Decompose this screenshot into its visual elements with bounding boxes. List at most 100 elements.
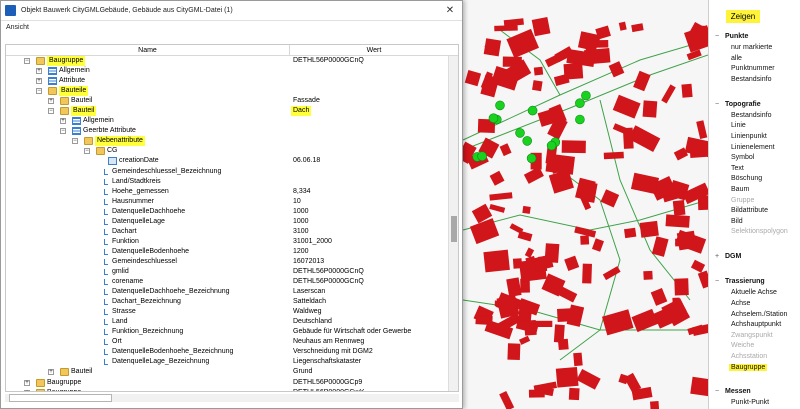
attribute-icon [104, 339, 108, 346]
section-topografie[interactable]: Topografie [715, 101, 761, 108]
tree-row[interactable]: − Baugruppe DETHL56P0000GCnQ [6, 56, 449, 66]
expand-icon[interactable]: + [24, 389, 30, 391]
section-trassierung[interactable]: Trassierung [715, 278, 765, 285]
expand-icon[interactable]: + [60, 118, 66, 125]
tree-row[interactable]: creationDate 06.06.18 [6, 156, 449, 166]
panel-item[interactable]: Linienpunkt [731, 133, 767, 140]
dialog-titlebar[interactable]: Objekt Bauwerk CityGMLGebäude, Gebäude a… [1, 1, 462, 21]
tree-row[interactable]: gmlid DETHL56P0000GCnQ [6, 267, 449, 277]
tree-row-name: Hausnummer [112, 197, 155, 205]
tree-row-name: Baugruppe [47, 56, 86, 66]
attribute-tree[interactable]: Name Wert − Baugruppe DETHL56P0000GCnQ + All… [5, 44, 459, 392]
panel-item[interactable]: alle [731, 55, 742, 62]
tree-row[interactable]: DatenquelleLage 1000 [6, 217, 449, 227]
tree-row-name: Attribute [59, 77, 86, 85]
collapse-icon[interactable]: − [84, 148, 90, 155]
collapse-icon[interactable]: − [72, 138, 78, 145]
scrollbar-thumb[interactable] [451, 216, 457, 242]
tree-row[interactable]: + Allgemein [6, 116, 449, 126]
panel-item[interactable]: Achse [731, 300, 750, 307]
tree-row[interactable]: Gemeindeschluessel_Bezeichnung [6, 167, 449, 177]
attribute-icon [104, 319, 108, 326]
panel-item[interactable]: Achshauptpunkt [731, 321, 781, 328]
panel-item[interactable]: Bild [731, 218, 743, 225]
tree-row[interactable]: + Bauteil Fassade [6, 96, 449, 106]
tree-row[interactable]: Dachart_Bezeichnung Satteldach [6, 297, 449, 307]
panel-item[interactable]: Punkt-Punkt [731, 399, 769, 406]
panel-item[interactable]: Weiche [731, 342, 754, 349]
collapse-icon[interactable]: − [60, 128, 66, 135]
tree-row[interactable]: Hausnummer 10 [6, 197, 449, 207]
panel-item[interactable]: Gruppe [731, 197, 754, 204]
expand-icon[interactable]: + [48, 98, 54, 105]
column-header-value[interactable]: Wert [290, 45, 458, 55]
panel-item[interactable]: Linienelement [731, 144, 775, 151]
tree-row[interactable]: Ort Neuhaus am Rennweg [6, 337, 449, 347]
panel-item[interactable]: Achsstation [731, 353, 767, 360]
tree-row[interactable]: DatenquelleBodenhoehe_Bezeichnung Verschn… [6, 347, 449, 357]
vertical-scrollbar[interactable] [448, 56, 458, 391]
column-header-name[interactable]: Name [6, 45, 290, 55]
panel-item[interactable]: Baum [731, 186, 749, 193]
collapse-icon[interactable]: − [48, 108, 54, 115]
panel-item[interactable]: Symbol [731, 154, 754, 161]
panel-item[interactable]: Punktnummer [731, 65, 775, 72]
tree-row[interactable]: Dachart 3100 [6, 227, 449, 237]
expand-icon[interactable]: + [36, 68, 42, 75]
tree-row[interactable]: DatenquelleDachhoehe 1000 [6, 207, 449, 217]
panel-item[interactable]: Zwangspunkt [731, 332, 773, 339]
panel-item[interactable]: Baugruppe [729, 363, 768, 371]
tree-rows: − Baugruppe DETHL56P0000GCnQ + Allgemein + Att… [6, 56, 449, 391]
tree-row[interactable]: DatenquelleDachhoehe_Bezeichnung Lasersca… [6, 287, 449, 297]
panel-item[interactable]: Bildattribute [731, 207, 768, 214]
section-punkte[interactable]: Punkte [715, 33, 748, 40]
tree-row[interactable]: Funktion 31001_2000 [6, 237, 449, 247]
panel-item[interactable]: Böschung [731, 175, 762, 182]
collapse-icon[interactable]: − [24, 58, 30, 64]
tree-row-value: Gebäude für Wirtschaft oder Gewerbe [293, 328, 412, 336]
tree-row[interactable]: − Nebenattribute [6, 136, 449, 147]
close-icon[interactable]: ✕ [438, 2, 462, 20]
panel-item[interactable]: Selektionspolygon [731, 228, 788, 235]
building-shape [533, 254, 554, 271]
tree-row[interactable]: + Bauteil Grund [6, 367, 449, 377]
tree-row[interactable]: DatenquelleBodenhoehe 1200 [6, 247, 449, 257]
tree-row[interactable]: + Attribute [6, 76, 449, 86]
section-dgm[interactable]: DGM [715, 253, 742, 260]
tree-row[interactable]: DatenquelleLage_Bezeichnung Liegenschafts… [6, 357, 449, 367]
tree-row[interactable]: Hoehe_gemessen 8,334 [6, 187, 449, 197]
panel-item[interactable]: Achselem./Station [731, 311, 787, 318]
tree-row[interactable]: Strasse Waldweg [6, 307, 449, 317]
zeigen-button[interactable]: Zeigen [726, 10, 760, 23]
panel-item[interactable]: nur markierte [731, 44, 772, 51]
section-messen[interactable]: Messen [715, 388, 751, 395]
panel-item[interactable]: Bestandsinfo [731, 112, 771, 119]
building-shape [602, 309, 634, 336]
expand-icon[interactable]: + [36, 78, 42, 85]
tree-row[interactable]: Funktion_Bezeichnung Gebäude für Wirtscha… [6, 327, 449, 337]
panel-item[interactable]: Aktuelle Achse [731, 289, 777, 296]
tree-row[interactable]: Gemeindeschluessel 16072013 [6, 257, 449, 267]
tree-row[interactable]: + Baugruppe DETHL56P0000GCwY [6, 388, 449, 391]
panel-item[interactable]: Linie [731, 122, 746, 129]
tree-row[interactable]: + Allgemein [6, 66, 449, 76]
tree-row[interactable]: − Bauteile [6, 86, 449, 97]
expand-icon[interactable]: + [24, 379, 30, 386]
tree-row[interactable]: − CG [6, 146, 449, 156]
tree-row[interactable]: − Bauteil Dach [6, 106, 449, 117]
building-shape [555, 366, 579, 388]
panel-item[interactable]: Text [731, 165, 744, 172]
tree-row-value: Satteldach [293, 298, 327, 306]
tree-row[interactable]: corename DETHL56P0000GCnQ [6, 277, 449, 287]
tree-row[interactable]: Land Deutschland [6, 317, 449, 327]
panel-item[interactable]: Bestandsinfo [731, 76, 771, 83]
tree-row-value: DETHL56P0000GCnQ [293, 57, 364, 64]
expand-icon[interactable]: + [48, 369, 54, 376]
building-shape [676, 230, 697, 251]
tree-row[interactable]: + Baugruppe DETHL56P0000GCp9 [6, 378, 449, 388]
building-shape [576, 368, 601, 390]
tree-row[interactable]: Land/Stadtkreis [6, 177, 449, 187]
tree-row[interactable]: − Geerbte Attribute [6, 126, 449, 136]
menu-ansicht[interactable]: Ansicht [6, 24, 29, 31]
collapse-icon[interactable]: − [36, 88, 42, 95]
